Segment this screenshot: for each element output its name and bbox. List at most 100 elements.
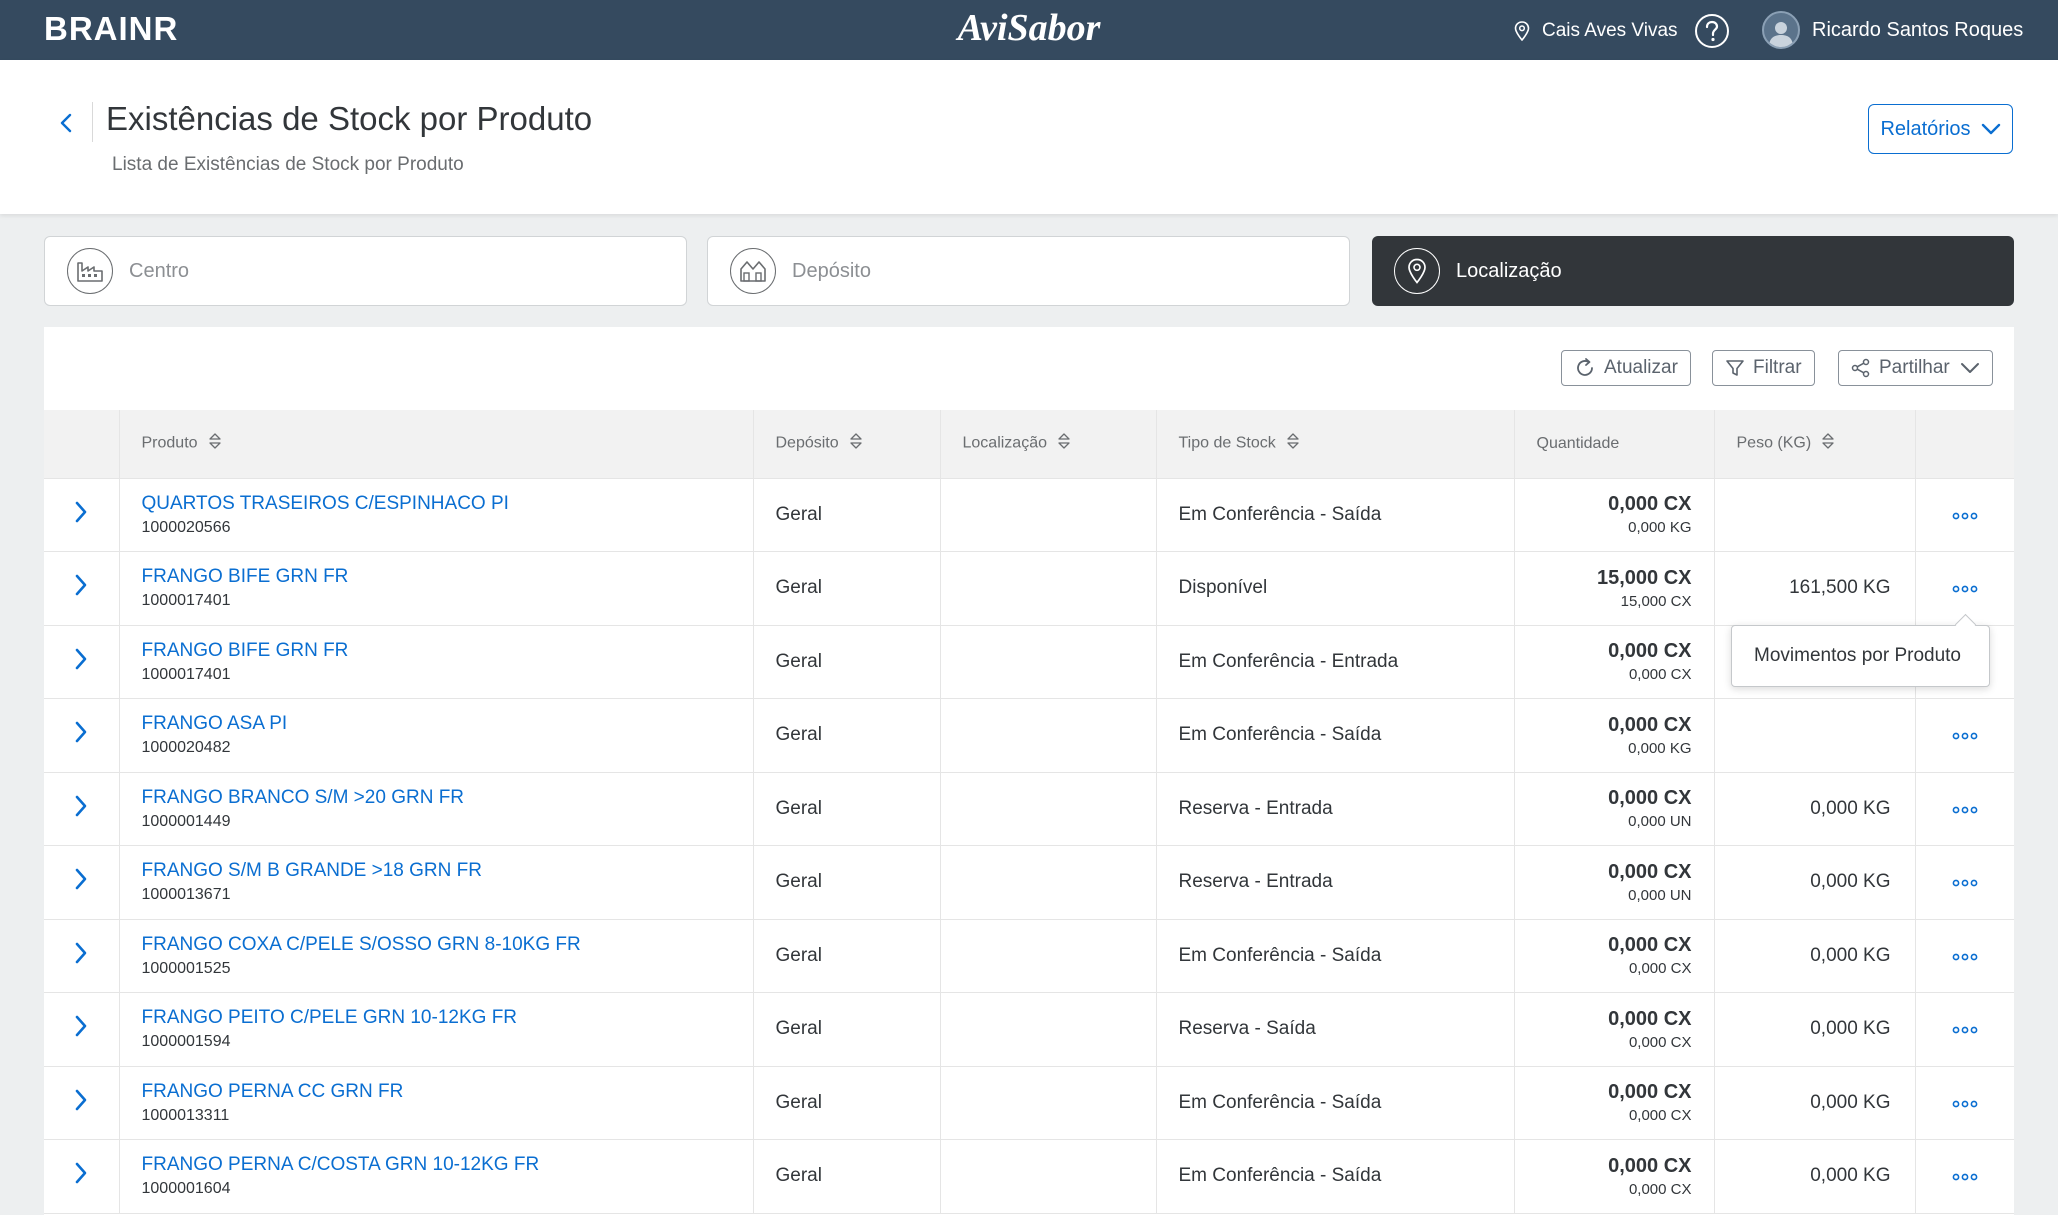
cell-deposito: Geral <box>753 1066 941 1140</box>
row-actions-button[interactable] <box>1915 698 2014 773</box>
row-actions-button[interactable] <box>1915 1066 2014 1140</box>
expand-row-button[interactable] <box>44 478 120 552</box>
product-link[interactable]: FRANGO BRANCO S/M >20 GRN FR <box>142 787 753 809</box>
quantity-secondary: 0,000 CX <box>1628 1107 1692 1125</box>
chevron-right-icon <box>75 1162 87 1184</box>
header-quantidade[interactable]: Quantidade <box>1514 410 1715 479</box>
table-row[interactable]: QUARTOS TRASEIROS C/ESPINHACO PI 10000205… <box>44 478 2014 552</box>
table-body: QUARTOS TRASEIROS C/ESPINHACO PI 10000205… <box>44 478 2014 1214</box>
table-row[interactable]: FRANGO BIFE GRN FR 1000017401 Geral Em Conf… <box>44 625 2014 699</box>
cell-quantidade: 0,000 CX 0,000 KG <box>1514 698 1715 773</box>
row-actions-button[interactable] <box>1915 845 2014 920</box>
chevron-right-icon <box>75 501 87 523</box>
chevron-down-icon <box>1960 363 1979 373</box>
cell-deposito: Geral <box>753 845 941 920</box>
row-actions-button[interactable] <box>1915 919 2014 993</box>
row-actions-button[interactable] <box>1915 1139 2014 1214</box>
quantity-main: 0,000 CX <box>1608 1007 1692 1030</box>
product-link[interactable]: FRANGO S/M B GRANDE >18 GRN FR <box>142 860 753 882</box>
product-link[interactable]: FRANGO BIFE GRN FR <box>142 566 753 588</box>
refresh-button[interactable]: Atualizar <box>1561 350 1691 386</box>
cell-tipo-stock: Reserva - Entrada <box>1156 845 1515 920</box>
cell-localizacao <box>940 919 1157 993</box>
header-deposito[interactable]: Depósito <box>753 410 941 479</box>
header-peso[interactable]: Peso (KG) <box>1714 410 1916 479</box>
cell-peso: 0,000 KG <box>1714 845 1916 920</box>
filter-centro[interactable]: Centro <box>44 236 687 306</box>
product-link[interactable]: FRANGO COXA C/PELE S/OSSO GRN 8-10KG FR <box>142 934 753 956</box>
refresh-icon <box>1577 358 1593 376</box>
expand-row-button[interactable] <box>44 919 120 993</box>
reports-button[interactable]: Relatórios <box>1868 104 2013 154</box>
quantity-main: 0,000 CX <box>1608 787 1692 810</box>
quantity-secondary: 0,000 KG <box>1628 519 1692 537</box>
row-actions-button[interactable] <box>1915 992 2014 1067</box>
cell-produto: FRANGO PERNA C/COSTA GRN 10-12KG FR 10000… <box>119 1139 754 1214</box>
filter-deposito[interactable]: Depósito <box>707 236 1350 306</box>
back-button[interactable] <box>52 108 82 138</box>
product-link[interactable]: FRANGO ASA PI <box>142 713 753 735</box>
header-produto[interactable]: Produto <box>119 410 754 479</box>
expand-row-button[interactable] <box>44 698 120 773</box>
table-row[interactable]: FRANGO PEITO C/PELE GRN 10-12KG FR 100000… <box>44 992 2014 1067</box>
row-actions-button[interactable] <box>1915 478 2014 552</box>
user-menu[interactable]: Ricardo Santos Roques <box>1762 11 2023 49</box>
table-row[interactable]: FRANGO ASA PI 1000020482 Geral Em Conferênc… <box>44 698 2014 773</box>
row-actions-button[interactable] <box>1915 772 2014 846</box>
quantity-secondary: 0,000 CX <box>1628 1180 1692 1198</box>
product-code: 1000013311 <box>141 1106 230 1124</box>
table-header-row: Produto Depósito Localização Tipo de Sto… <box>44 410 2014 479</box>
share-button[interactable]: Partilhar <box>1838 350 1993 386</box>
product-link[interactable]: FRANGO PERNA CC GRN FR <box>142 1081 753 1103</box>
filter-localizacao[interactable]: Localização <box>1372 236 2014 306</box>
quantity-secondary: 0,000 CX <box>1628 666 1692 684</box>
cell-localizacao <box>940 845 1157 920</box>
question-circle-icon <box>1695 14 1729 48</box>
user-icon <box>1769 22 1793 47</box>
share-label: Partilhar <box>1879 357 1950 378</box>
header-tipo-stock[interactable]: Tipo de Stock <box>1156 410 1515 479</box>
table-row[interactable]: FRANGO BRANCO S/M >20 GRN FR 1000001449 Ge… <box>44 772 2014 846</box>
expand-row-button[interactable] <box>44 772 120 846</box>
table-row[interactable]: FRANGO COXA C/PELE S/OSSO GRN 8-10KG FR 1… <box>44 919 2014 993</box>
cell-tipo-stock: Em Conferência - Saída <box>1156 698 1515 773</box>
more-horizontal-icon <box>1952 953 1978 961</box>
chevron-right-icon <box>75 721 87 743</box>
avatar <box>1762 11 1800 49</box>
brand-logo[interactable]: BRAINR <box>44 10 178 48</box>
cell-quantidade: 0,000 CX 0,000 KG <box>1514 478 1715 552</box>
table-row[interactable]: FRANGO S/M B GRANDE >18 GRN FR 1000013671… <box>44 845 2014 920</box>
warehouse-icon-wrap <box>730 248 776 294</box>
cell-produto: FRANGO PERNA CC GRN FR 1000013311 <box>119 1066 754 1140</box>
location-label: Cais Aves Vivas <box>1542 20 1678 41</box>
expand-row-button[interactable] <box>44 625 120 699</box>
expand-row-button[interactable] <box>44 1066 120 1140</box>
cell-produto: QUARTOS TRASEIROS C/ESPINHACO PI 10000205… <box>119 478 754 552</box>
quantity-main: 0,000 CX <box>1608 1081 1692 1104</box>
table-row[interactable]: FRANGO PERNA CC GRN FR 1000013311 Geral Em … <box>44 1066 2014 1140</box>
chevron-right-icon <box>75 648 87 670</box>
chevron-right-icon <box>75 1089 87 1111</box>
product-link[interactable]: FRANGO PEITO C/PELE GRN 10-12KG FR <box>142 1007 753 1029</box>
product-link[interactable]: FRANGO BIFE GRN FR <box>142 640 753 662</box>
table-row[interactable]: FRANGO BIFE GRN FR 1000017401 Geral Disponí… <box>44 551 2014 626</box>
expand-row-button[interactable] <box>44 845 120 920</box>
quantity-main: 0,000 CX <box>1608 713 1692 736</box>
sort-icon <box>1057 432 1071 455</box>
table-row[interactable]: FRANGO PERNA C/COSTA GRN 10-12KG FR 10000… <box>44 1139 2014 1214</box>
help-button[interactable] <box>1694 13 1730 49</box>
expand-row-button[interactable] <box>44 551 120 626</box>
cell-localizacao <box>940 478 1157 552</box>
header-localizacao[interactable]: Localização <box>940 410 1157 479</box>
product-code: 1000001594 <box>141 1033 231 1051</box>
product-link[interactable]: QUARTOS TRASEIROS C/ESPINHACO PI <box>142 493 753 515</box>
cell-tipo-stock: Em Conferência - Saída <box>1156 919 1515 993</box>
cell-quantidade: 0,000 CX 0,000 CX <box>1514 919 1715 993</box>
product-code: 1000001525 <box>141 959 231 977</box>
expand-row-button[interactable] <box>44 1139 120 1214</box>
filter-button[interactable]: Filtrar <box>1712 350 1815 386</box>
location-selector[interactable]: Cais Aves Vivas <box>1514 18 1678 44</box>
product-link[interactable]: FRANGO PERNA C/COSTA GRN 10-12KG FR <box>142 1154 753 1176</box>
movimentos-por-produto-item[interactable]: Movimentos por Produto <box>1754 645 1961 667</box>
expand-row-button[interactable] <box>44 992 120 1067</box>
